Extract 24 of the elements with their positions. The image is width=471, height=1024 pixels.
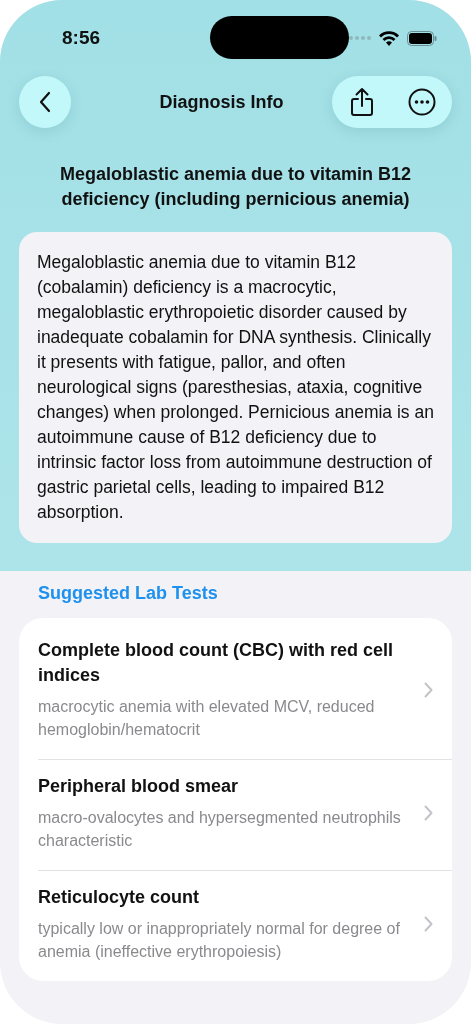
diagnosis-description: Megaloblastic anemia due to vitamin B12 (cobalamin) deficiency is a macrocytic, megaloblastic erythropoietic disorder caused by inadequate cobalamin for DNA synthesis. Clinically it presents with fatigue, pallor, and often neurological signs (paresthesias, ataxia, cognitive changes) when prolonged. Pernicious anemia is an autoimmune cause of B12 deficiency due to intrinsic factor loss from autoimmune destruction of gastric parietal cells, leading to impaired B12 absorption.: [19, 232, 452, 543]
section-heading: Suggested Lab Tests: [37, 582, 219, 605]
lab-test-name: Reticulocyte count: [38, 886, 201, 909]
signal-icon: [349, 36, 371, 40]
lab-test-row[interactable]: Peripheral blood smear macro-ovalocytes and hypersegmented neutrophils characteristic: [38, 760, 452, 871]
lab-test-name: Peripheral blood smear: [38, 775, 240, 798]
lab-test-finding: macrocytic anemia with elevated MCV, reduced hemoglobin/hematocrit: [38, 697, 376, 740]
chevron-icon: [424, 681, 433, 698]
diagnosis-title: Megaloblastic anemia due to vitamin B12 deficiency (including pernicious anemia): [58, 163, 413, 211]
wifi-icon: [379, 30, 399, 46]
battery-icon: [407, 30, 437, 46]
lab-test-row[interactable]: Reticulocyte count typically low or inappropriately normal for degree of anemia (ineffective erythropoiesis): [38, 871, 452, 981]
more-icon: [408, 88, 436, 116]
back-button[interactable]: [19, 76, 71, 128]
chevron-icon: [424, 805, 433, 821]
screen-title: Diagnosis Info: [158, 91, 285, 113]
status-time: 8:56: [62, 27, 102, 49]
share-icon: [350, 87, 374, 117]
back-icon: [39, 91, 51, 113]
lab-test-name: Complete blood count (CBC) with red cell indices: [38, 639, 394, 687]
lab-test-finding: typically low or inappropriately normal for degree of anemia (ineffective erythropoiesis): [38, 919, 401, 962]
lab-test-row[interactable]: Complete blood count (CBC) with red cell indices macrocytic anemia with elevated MCV, reduced hemoglobin/hematocrit: [38, 624, 452, 760]
lab-test-finding: macro-ovalocytes and hypersegmented neutrophils characteristic: [38, 808, 402, 851]
chevron-icon: [424, 916, 433, 932]
